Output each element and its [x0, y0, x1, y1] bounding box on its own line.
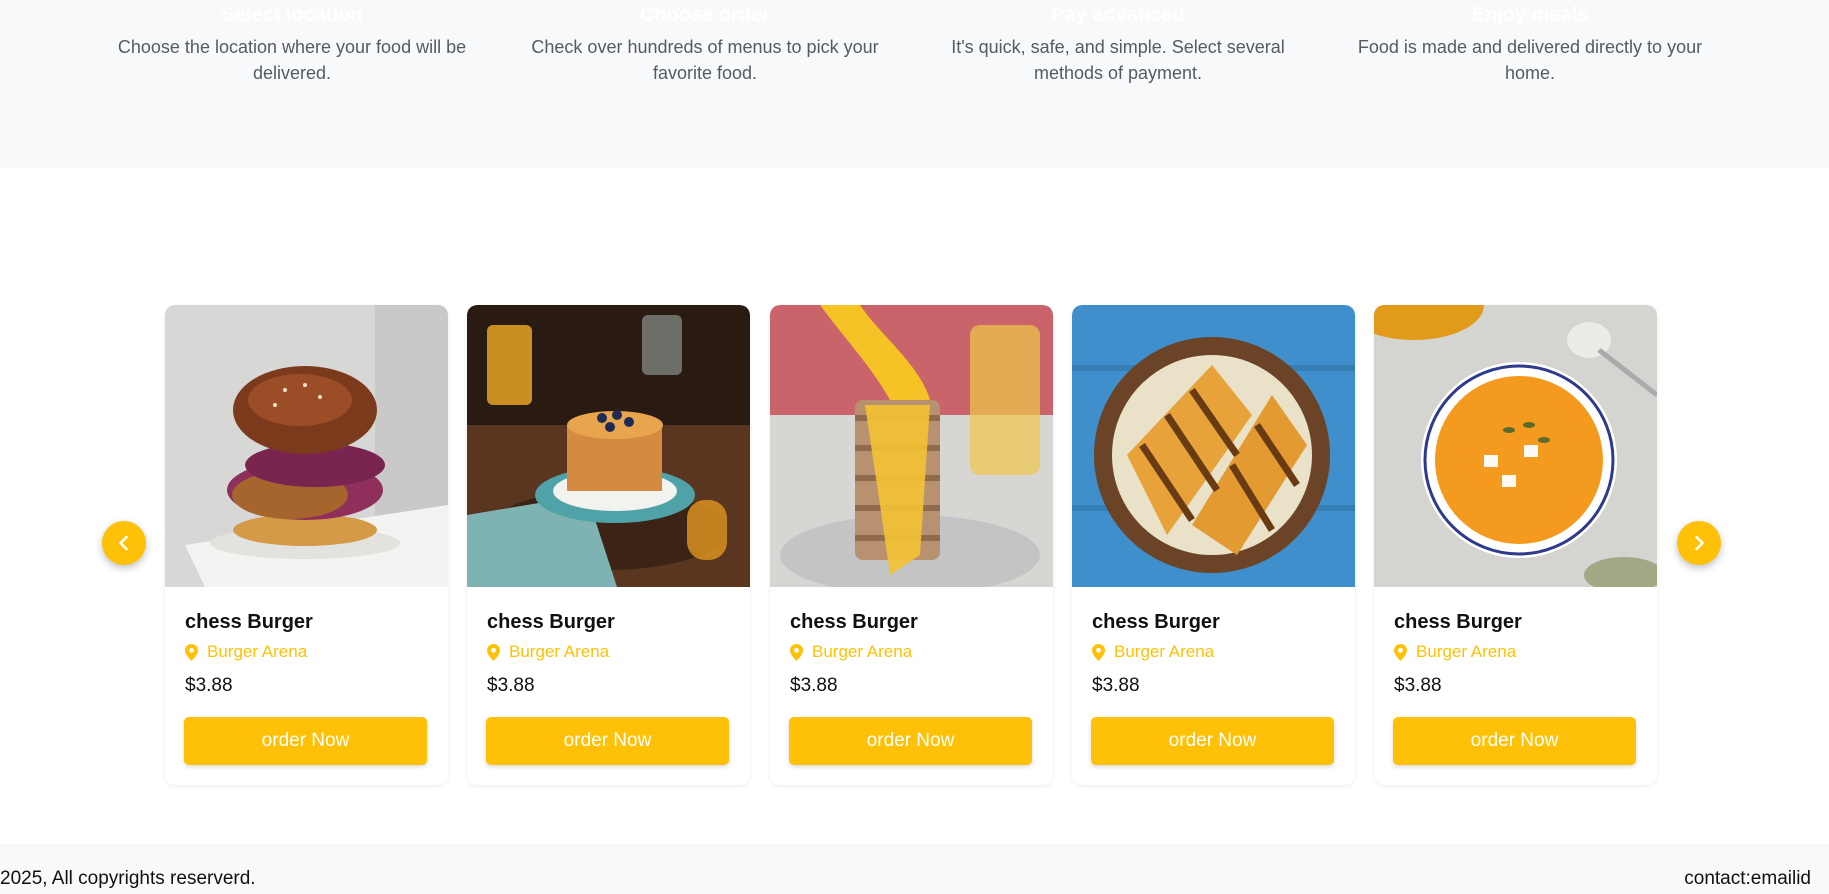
- step-title: Enjoy meals: [1471, 4, 1589, 26]
- step-description: favorite food.: [652, 63, 758, 83]
- food-price: $3.88: [790, 675, 838, 696]
- step-description: delivered.: [252, 63, 332, 83]
- food-price: $3.88: [185, 675, 233, 696]
- food-name: chess Burger: [790, 611, 918, 633]
- food-card: chess Burger Burger Arena $3.88 order No…: [770, 305, 1053, 785]
- step-description: Choose the location where your food will…: [117, 37, 467, 57]
- restaurant-location: Burger Arena: [185, 642, 307, 662]
- order-now-button[interactable]: order Now: [184, 717, 427, 765]
- carousel-next-button[interactable]: [1677, 521, 1721, 565]
- map-pin-icon: [487, 643, 500, 661]
- food-name: chess Burger: [185, 611, 313, 633]
- step-title: Pay advanced: [1051, 4, 1185, 26]
- order-now-button[interactable]: order Now: [1393, 717, 1636, 765]
- step-description: Food is made and delivered directly to y…: [1357, 37, 1703, 57]
- food-card: chess Burger Burger Arena $3.88 order No…: [1374, 305, 1657, 785]
- food-carousel: chess Burger Burger Arena $3.88 order No…: [0, 168, 1829, 844]
- step-pay-advanced: Pay advanced It's quick, safe, and simpl…: [938, 0, 1298, 86]
- toast-sandwich-photo: [1072, 305, 1355, 587]
- food-card: chess Burger Burger Arena $3.88 order No…: [165, 305, 448, 785]
- step-title: Choose order: [639, 4, 771, 26]
- food-card: chess Burger Burger Arena $3.88 order No…: [467, 305, 750, 785]
- map-pin-icon: [185, 643, 198, 661]
- step-select-location: Select location Choose the location wher…: [112, 0, 472, 86]
- step-description: methods of payment.: [1033, 63, 1203, 83]
- food-name: chess Burger: [1394, 611, 1522, 633]
- map-pin-icon: [790, 643, 803, 661]
- restaurant-name[interactable]: Burger Arena: [812, 642, 912, 662]
- step-description: home.: [1504, 63, 1556, 83]
- burger-photo: [165, 305, 448, 587]
- map-pin-icon: [1394, 643, 1407, 661]
- restaurant-name[interactable]: Burger Arena: [1416, 642, 1516, 662]
- restaurant-location: Burger Arena: [1394, 642, 1516, 662]
- food-name: chess Burger: [1092, 611, 1220, 633]
- contact-text: contact:emailid: [1684, 868, 1811, 889]
- step-description: Check over hundreds of menus to pick you…: [531, 37, 879, 57]
- restaurant-name[interactable]: Burger Arena: [207, 642, 307, 662]
- step-choose-order: Choose order Check over hundreds of menu…: [525, 0, 885, 86]
- order-now-button[interactable]: order Now: [789, 717, 1032, 765]
- restaurant-name[interactable]: Burger Arena: [1114, 642, 1214, 662]
- copyright-text: 2025, All copyrights reserverd.: [0, 868, 256, 889]
- how-it-works-section: Select location Choose the location wher…: [0, 0, 1829, 168]
- order-now-button[interactable]: order Now: [486, 717, 729, 765]
- step-enjoy-meals: Enjoy meals Food is made and delivered d…: [1350, 0, 1710, 86]
- food-card: chess Burger Burger Arena $3.88 order No…: [1072, 305, 1355, 785]
- food-price: $3.88: [1092, 675, 1140, 696]
- step-title: Select location: [221, 4, 363, 26]
- food-name: chess Burger: [487, 611, 615, 633]
- order-now-button[interactable]: order Now: [1091, 717, 1334, 765]
- restaurant-location: Burger Arena: [790, 642, 912, 662]
- restaurant-location: Burger Arena: [1092, 642, 1214, 662]
- page-footer: 2025, All copyrights reserverd. contact:…: [0, 844, 1829, 894]
- food-price: $3.88: [487, 675, 535, 696]
- chevron-left-icon: [119, 535, 128, 551]
- pumpkin-soup-photo: [1374, 305, 1657, 587]
- restaurant-location: Burger Arena: [487, 642, 609, 662]
- restaurant-name[interactable]: Burger Arena: [509, 642, 609, 662]
- pancakes-blueberry-photo: [467, 305, 750, 587]
- chevron-right-icon: [1695, 535, 1704, 551]
- carousel-prev-button[interactable]: [102, 521, 146, 565]
- step-description: It's quick, safe, and simple. Select sev…: [951, 37, 1285, 57]
- map-pin-icon: [1092, 643, 1105, 661]
- food-price: $3.88: [1394, 675, 1442, 696]
- pancakes-syrup-photo: [770, 305, 1053, 587]
